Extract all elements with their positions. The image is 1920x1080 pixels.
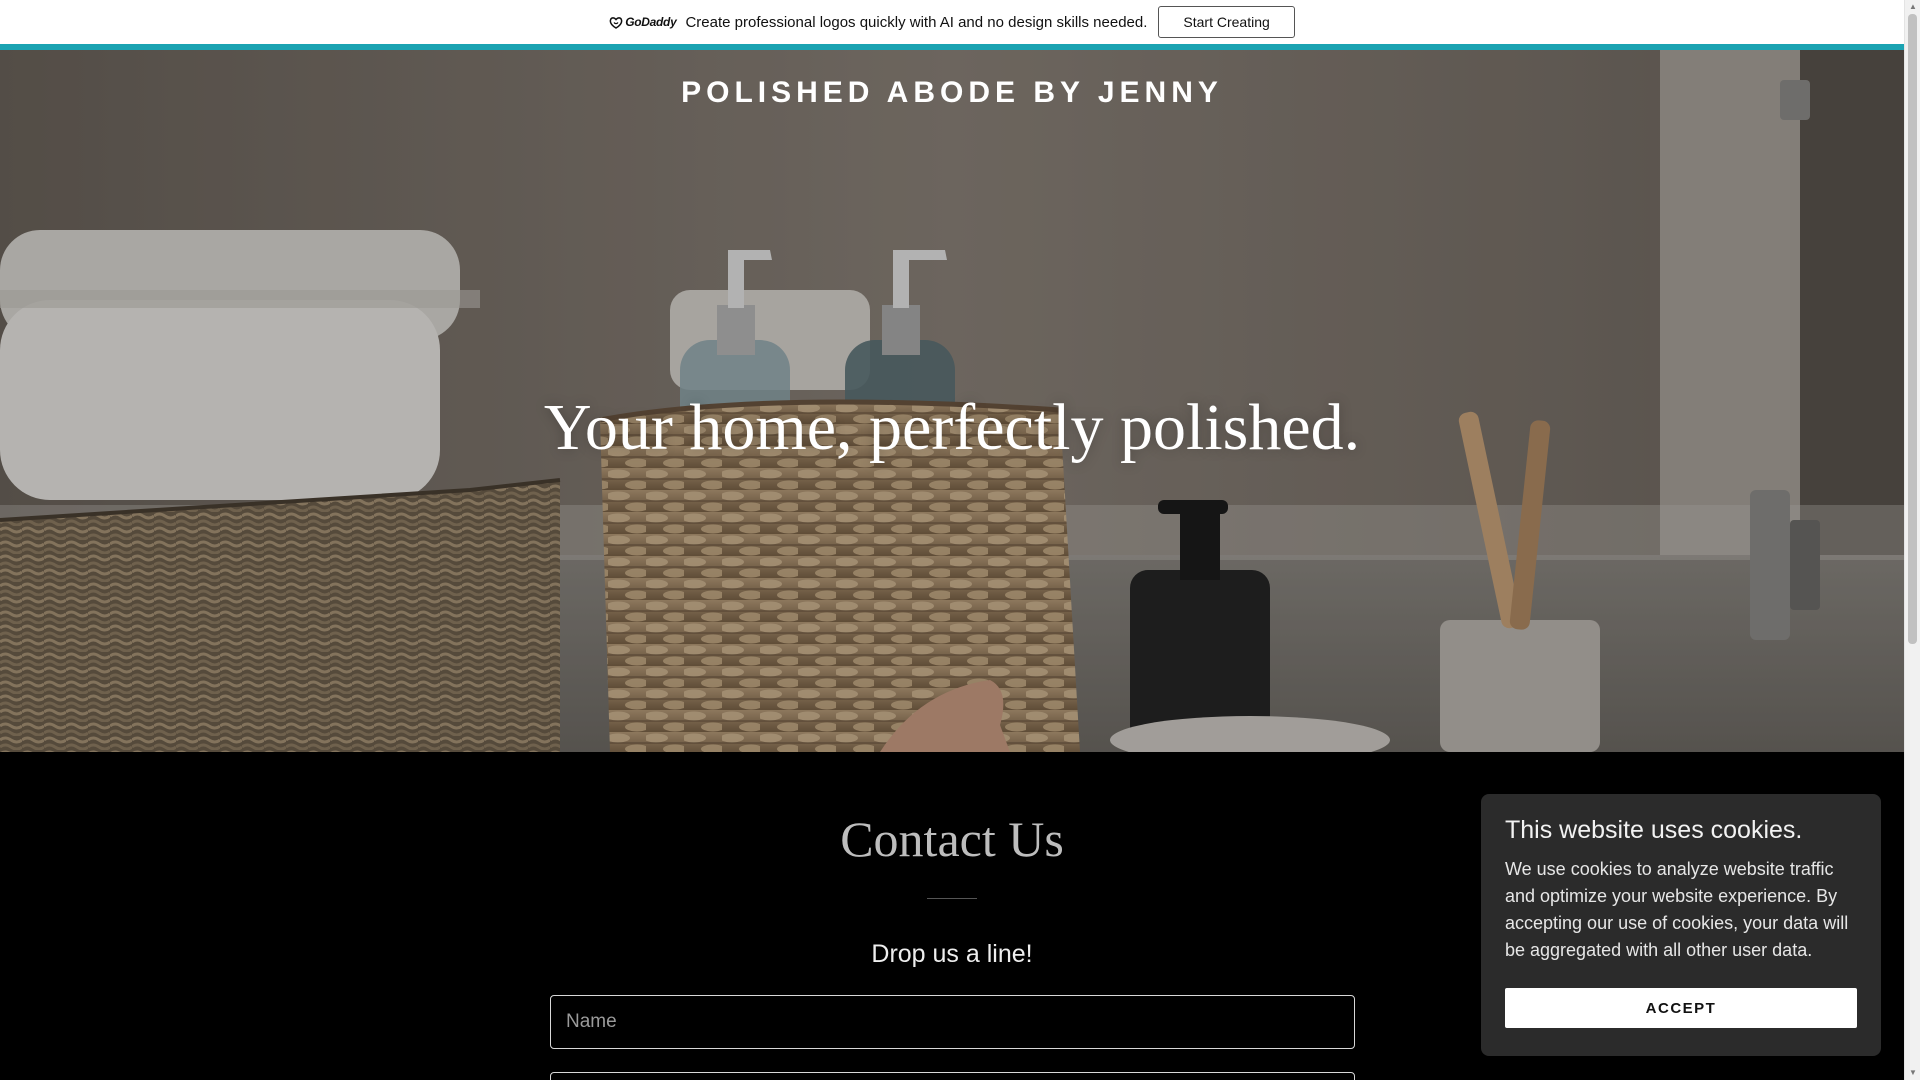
hero-section: POLISHED ABODE BY JENNY Your home, perfe… bbox=[0, 50, 1904, 752]
name-input[interactable] bbox=[550, 995, 1355, 1049]
scrollbar-thumb[interactable] bbox=[1908, 14, 1917, 644]
scroll-down-arrow-icon[interactable]: ▼ bbox=[1905, 1066, 1920, 1080]
site-title[interactable]: POLISHED ABODE BY JENNY bbox=[0, 76, 1904, 110]
promo-text: Create professional logos quickly with A… bbox=[685, 13, 1148, 31]
godaddy-logo-icon: GoDaddy bbox=[609, 15, 677, 29]
godaddy-logo-text: GoDaddy bbox=[625, 15, 677, 29]
accept-cookies-button[interactable]: ACCEPT bbox=[1505, 988, 1857, 1028]
section-divider bbox=[927, 898, 977, 899]
page-viewport: GoDaddy Create professional logos quickl… bbox=[0, 0, 1904, 1080]
cookie-title: This website uses cookies. bbox=[1505, 816, 1803, 844]
hero-tagline: Your home, perfectly polished. bbox=[543, 391, 1361, 464]
promo-banner: GoDaddy Create professional logos quickl… bbox=[0, 0, 1904, 44]
cookie-popup: This website uses cookies. We use cookie… bbox=[1481, 794, 1881, 1056]
start-creating-button[interactable]: Start Creating bbox=[1158, 6, 1295, 38]
scroll-up-arrow-icon[interactable]: ▲ bbox=[1905, 0, 1920, 14]
cookie-body: We use cookies to analyze website traffi… bbox=[1505, 859, 1849, 960]
email-input[interactable] bbox=[550, 1072, 1355, 1080]
page-scrollbar[interactable]: ▲ ▼ bbox=[1904, 0, 1920, 1080]
